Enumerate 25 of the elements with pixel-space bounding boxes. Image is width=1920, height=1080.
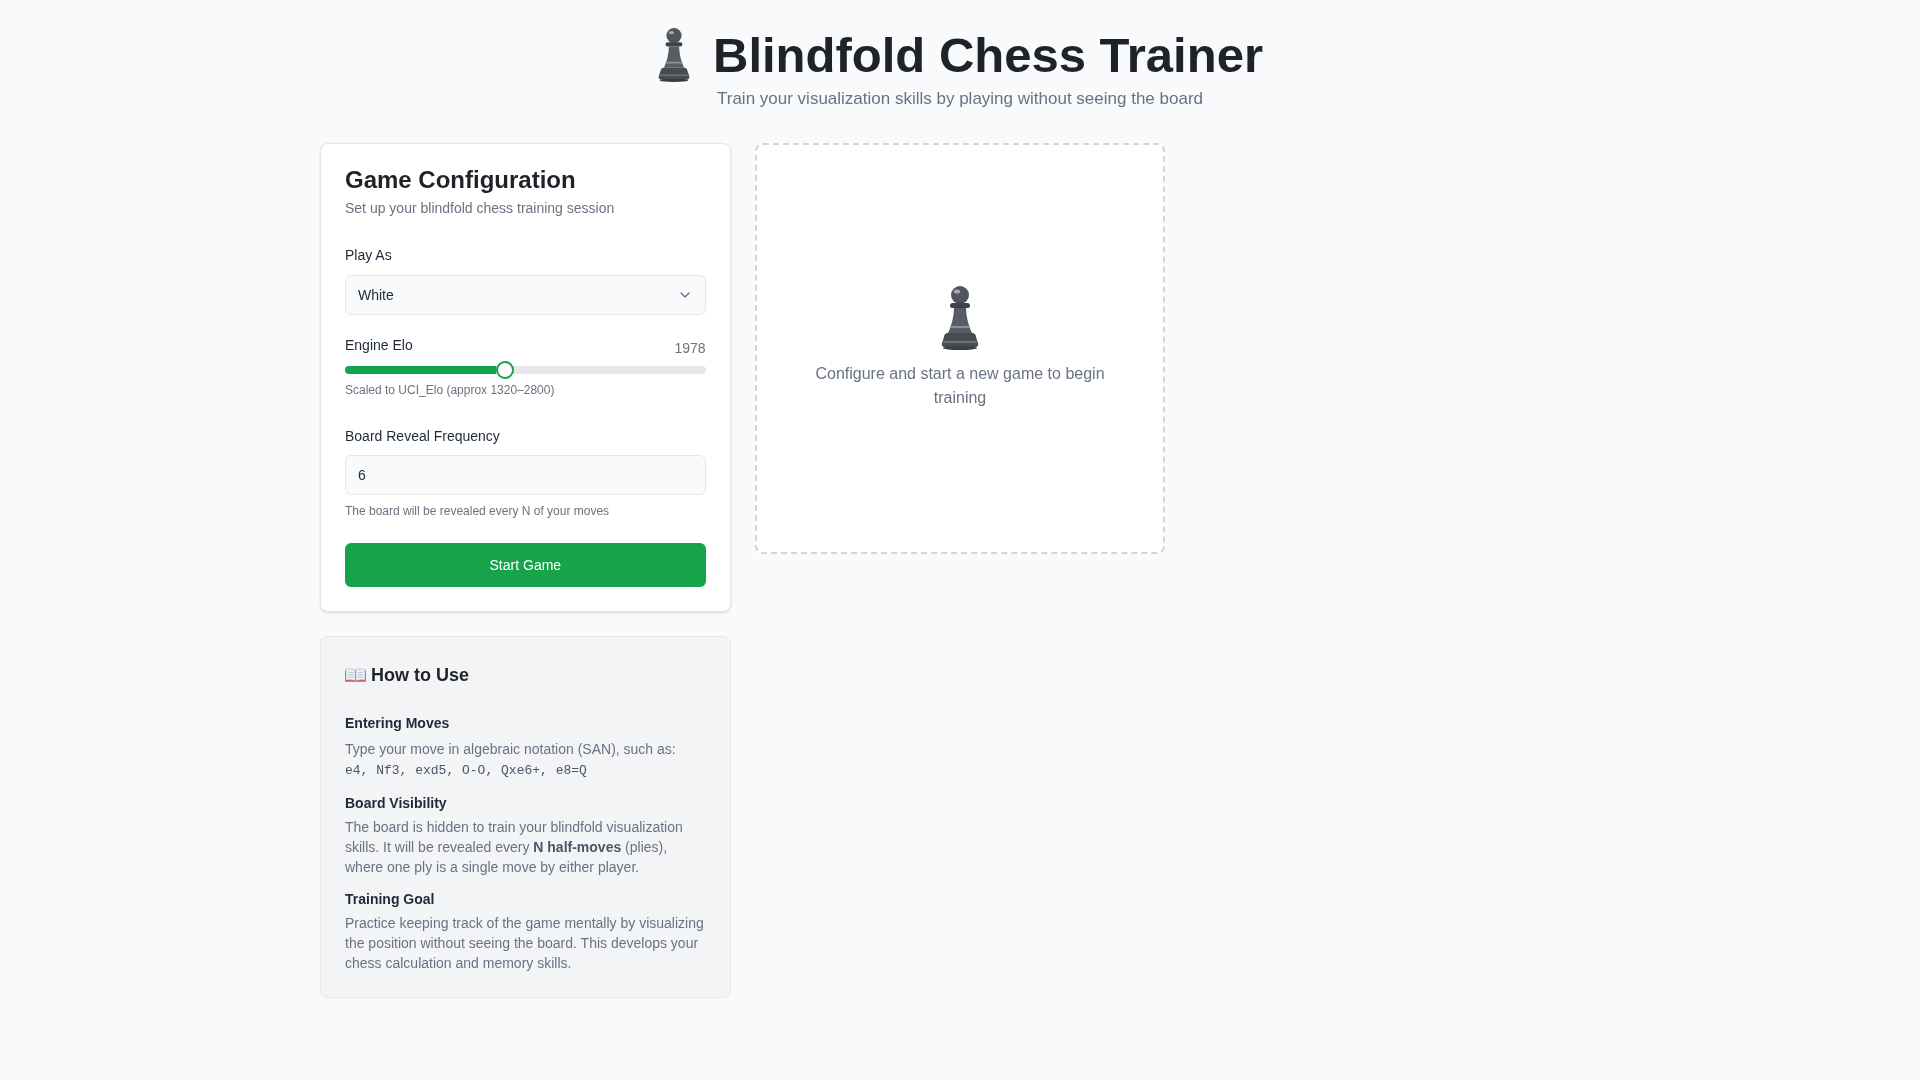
pawn-icon (940, 286, 980, 351)
card-title: How to Use (371, 664, 469, 687)
page-title: Blindfold Chess Trainer (713, 27, 1263, 83)
slider-thumb[interactable] (496, 361, 515, 379)
card-title: Game Configuration (345, 168, 577, 192)
section-text: The board is hidden to train your blindfold visualization skills. It will be revealed every N half-moves (plies), where one ply is a single move by either player. (345, 818, 684, 877)
code-example: e4, Nf3, exd5, O-O, Qxe6+, e8=Q (345, 762, 588, 780)
reveal-frequency-input[interactable]: 6 (345, 455, 706, 495)
elo-value: 1978 (674, 339, 706, 358)
field-hint: Scaled to UCI_Elo (approx 1320–2800) (345, 382, 556, 398)
section-heading: Entering Moves (345, 714, 451, 733)
section-text: Type your move in algebraic notation (SAN), such as: (345, 740, 677, 759)
play-as-select[interactable]: White (345, 275, 706, 315)
field-hint: The board will be revealed every N of your moves (345, 503, 611, 519)
card-subtitle: Set up your blindfold chess training session (345, 199, 616, 218)
section-heading: Training Goal (345, 890, 436, 909)
field-label: Play As (345, 246, 393, 265)
section-text: Practice keeping track of the game mentally by visualizing the position without seeing the board. This develops your chess calculation and memory skills. (345, 914, 705, 973)
section-heading: Board Visibility (345, 794, 448, 813)
page-subtitle: Train your visualization skills by playing without seeing the board (717, 88, 1203, 110)
placeholder-message: Configure and start a new game to begin training (814, 364, 1106, 409)
book-icon (345, 668, 366, 682)
field-label: Engine Elo (345, 336, 413, 355)
field-label: Board Reveal Frequency (345, 427, 501, 446)
pawn-icon (657, 28, 691, 82)
